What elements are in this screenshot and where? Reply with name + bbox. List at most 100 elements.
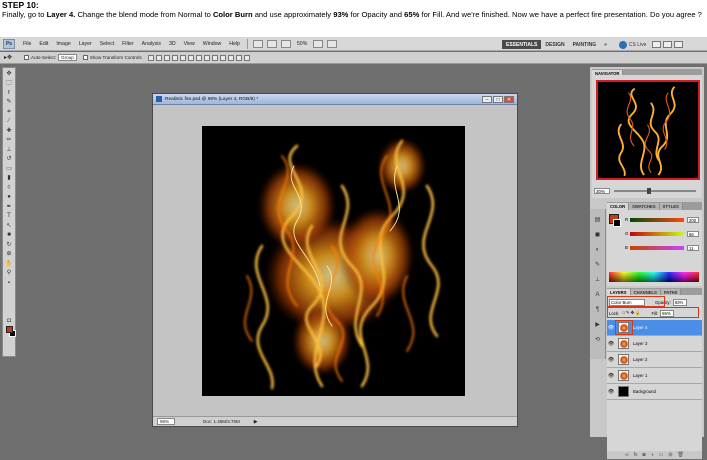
auto-select-checkbox[interactable] (24, 55, 29, 60)
healing-tool-icon[interactable]: ✚ (4, 127, 14, 135)
layer-row-layer-2[interactable]: 👁 Layer 2 (607, 352, 702, 368)
quick-select-tool-icon[interactable]: ✎ (4, 98, 14, 106)
navigator-zoom-knob[interactable] (646, 188, 651, 194)
distribute-bottom-icon[interactable] (211, 54, 218, 61)
menu-image[interactable]: Image (52, 41, 74, 47)
menu-edit[interactable]: Edit (35, 41, 52, 47)
align-right-icon[interactable] (187, 54, 194, 61)
brush-presets-icon[interactable]: ✎ (593, 261, 603, 269)
pen-tool-icon[interactable]: ✒ (4, 203, 14, 211)
link-layers-icon[interactable]: ∞ (625, 452, 629, 458)
move-tool-icon[interactable]: ✥ (4, 70, 14, 78)
green-value[interactable]: 66 (687, 230, 699, 237)
crop-tool-icon[interactable]: ⌗ (4, 108, 14, 116)
color-bg-swatch[interactable] (613, 219, 621, 227)
workspace-design[interactable]: DESIGN (541, 40, 568, 49)
menu-help[interactable]: Help (225, 41, 244, 47)
marquee-tool-icon[interactable]: ⬚ (4, 79, 14, 87)
3d-rotate-tool-icon[interactable]: ↻ (4, 241, 14, 249)
fire-artwork[interactable] (202, 126, 465, 396)
character-icon[interactable]: A (593, 291, 603, 299)
red-slider[interactable] (630, 217, 684, 222)
menu-filter[interactable]: Filter (118, 41, 138, 47)
doc-close-icon[interactable]: ✕ (504, 95, 514, 103)
distribute-top-icon[interactable] (195, 54, 202, 61)
align-top-icon[interactable] (147, 54, 154, 61)
zoom-level-select[interactable]: 50% (293, 41, 311, 47)
path-select-tool-icon[interactable]: ↖ (4, 222, 14, 230)
lasso-tool-icon[interactable]: ℓ (4, 89, 14, 97)
blue-slider[interactable] (630, 245, 684, 250)
visibility-eye-icon[interactable]: 👁 (607, 389, 615, 395)
history-brush-tool-icon[interactable]: ↺ (4, 155, 14, 163)
workspace-more[interactable]: » (600, 40, 611, 49)
blue-value[interactable]: 11 (687, 244, 699, 251)
new-group-icon[interactable]: ▭ (659, 452, 664, 458)
menu-layer[interactable]: Layer (75, 41, 96, 47)
adjustment-layer-icon[interactable]: ◑ (651, 452, 654, 458)
distribute-left-icon[interactable] (219, 54, 226, 61)
bridge-icon[interactable] (252, 39, 263, 48)
new-layer-icon[interactable]: ⊞ (668, 452, 672, 458)
gradient-tool-icon[interactable]: ▮ (4, 174, 14, 182)
adjustments-icon[interactable]: ▤ (593, 216, 603, 224)
history-icon[interactable]: ⟲ (593, 336, 603, 344)
shape-tool-icon[interactable]: ■ (4, 231, 14, 239)
blur-tool-icon[interactable]: ◊ (4, 184, 14, 192)
menu-window[interactable]: Window (199, 41, 225, 47)
distribute-vcenter-icon[interactable] (203, 54, 210, 61)
menu-analysis[interactable]: Analysis (138, 41, 165, 47)
hand-tool-icon[interactable]: ✋ (4, 260, 14, 268)
clone-source-icon[interactable]: ⊥ (593, 276, 603, 284)
stamp-tool-icon[interactable]: ⊥ (4, 146, 14, 154)
layer-style-icon[interactable]: fx (634, 452, 638, 458)
extras-icon[interactable] (280, 39, 291, 48)
layer-row-background[interactable]: 👁 Background (607, 384, 702, 400)
3d-orbit-tool-icon[interactable]: ⊕ (4, 250, 14, 258)
red-value[interactable]: 200 (687, 216, 699, 223)
navigator-zoom-slider[interactable] (614, 188, 696, 194)
menu-3d[interactable]: 3D (165, 41, 180, 47)
eraser-tool-icon[interactable]: ▭ (4, 165, 14, 173)
paragraph-icon[interactable]: ¶ (593, 306, 603, 314)
mini-bridge-icon[interactable] (266, 39, 277, 48)
show-transform-checkbox[interactable] (82, 55, 88, 60)
menu-view[interactable]: View (180, 41, 199, 47)
foreground-color-swatch[interactable] (6, 326, 13, 333)
align-hcenter-icon[interactable] (179, 54, 186, 61)
eyedropper-tool-icon[interactable]: ⁄ (4, 117, 14, 125)
add-mask-icon[interactable]: ◙ (643, 452, 646, 458)
visibility-eye-icon[interactable]: 👁 (607, 373, 615, 379)
layer-row-layer-1[interactable]: 👁 Layer 1 (607, 368, 702, 384)
visibility-eye-icon[interactable]: 👁 (607, 357, 615, 363)
workspace-painting[interactable]: PAINTING (569, 40, 601, 49)
doc-maximize-icon[interactable]: □ (493, 95, 503, 103)
align-bottom-icon[interactable] (163, 54, 170, 61)
opacity-field[interactable]: 93% (672, 298, 687, 306)
workspace-essentials[interactable]: ESSENTIALS (502, 40, 542, 49)
layer-row-layer-3[interactable]: 👁 Layer 3 (607, 336, 702, 352)
tab-swatches[interactable]: SWATCHES (629, 203, 660, 210)
type-tool-icon[interactable]: T (4, 212, 14, 220)
document-titlebar[interactable]: Realistic fire.psd @ 98% (Layer 4, RGB/8… (153, 94, 517, 105)
doc-info-arrow-icon[interactable]: ▶ (254, 419, 258, 425)
actions-icon[interactable]: ▶ (593, 321, 603, 329)
doc-zoom-field[interactable]: 98% (157, 418, 175, 425)
align-vcenter-icon[interactable] (155, 54, 162, 61)
arrange-documents-icon[interactable] (313, 39, 324, 48)
masks-icon[interactable]: ◼ (593, 231, 603, 239)
tab-styles[interactable]: STYLES (659, 203, 683, 210)
menu-select[interactable]: Select (96, 41, 118, 47)
visibility-eye-icon[interactable]: 👁 (607, 325, 615, 331)
doc-minimize-icon[interactable]: – (482, 95, 492, 103)
quick-mask-icon[interactable]: ◘ (4, 317, 14, 325)
restore-icon[interactable] (663, 41, 673, 48)
align-left-icon[interactable] (171, 54, 178, 61)
green-slider[interactable] (630, 231, 684, 236)
visibility-eye-icon[interactable]: 👁 (607, 341, 615, 347)
auto-align-icon[interactable] (243, 54, 250, 61)
cs-live-button[interactable]: CS Live (618, 40, 646, 49)
minimize-icon[interactable] (652, 41, 662, 48)
screen-mode-icon[interactable] (327, 39, 338, 48)
distribute-right-icon[interactable] (235, 54, 242, 61)
